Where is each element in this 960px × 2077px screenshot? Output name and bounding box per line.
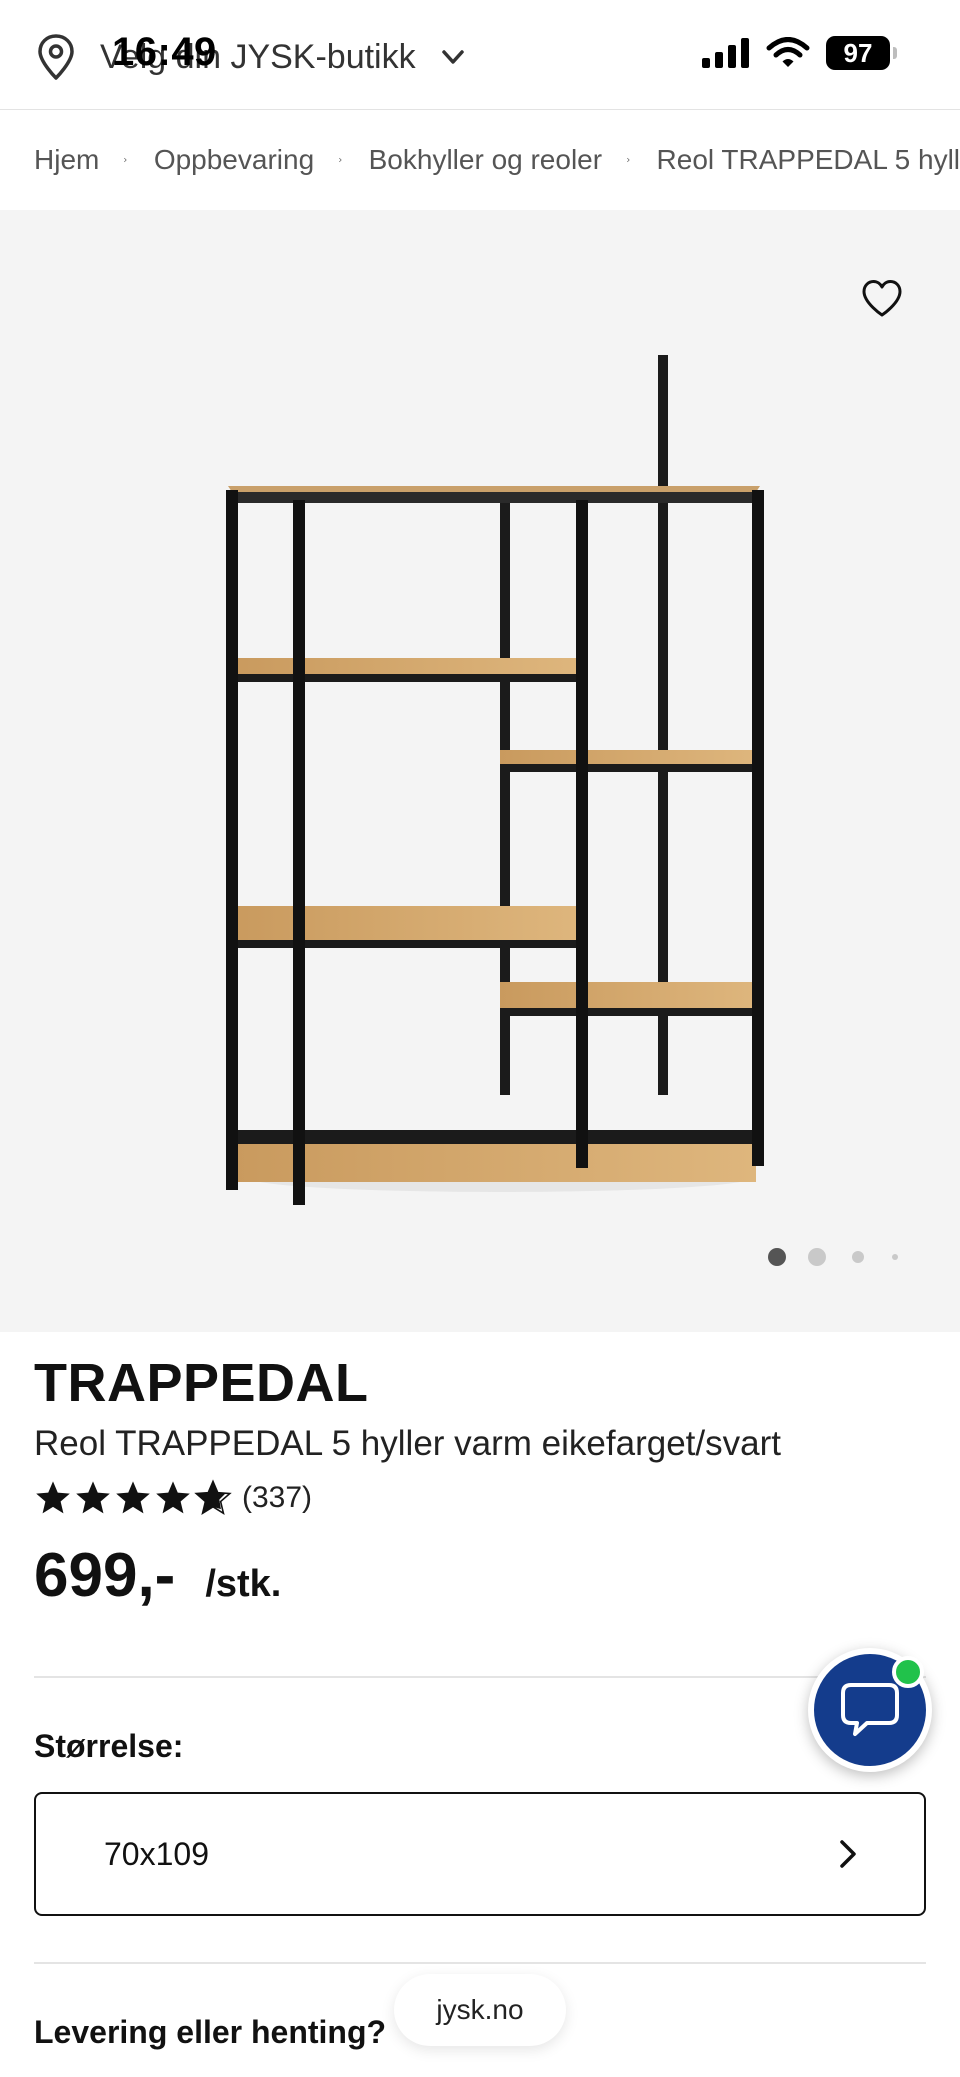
product-name: Reol TRAPPEDAL 5 hyller varm eikefarget/… bbox=[34, 1424, 781, 1463]
star-icon bbox=[156, 1481, 190, 1514]
browser-url-pill[interactable]: jysk.no bbox=[394, 1974, 566, 2046]
divider bbox=[34, 1962, 926, 1964]
top-bar: Velg din JYSK-butikk 16:49 97 bbox=[0, 0, 960, 110]
heart-icon[interactable] bbox=[860, 278, 904, 318]
breadcrumb-chevron-icon bbox=[124, 157, 127, 163]
star-icon bbox=[116, 1481, 150, 1514]
breadcrumb: Hjem Oppbevaring Bokhyller og reoler Reo… bbox=[0, 110, 960, 210]
chevron-down-icon bbox=[441, 50, 464, 64]
chevron-right-icon bbox=[840, 1840, 856, 1868]
status-icons: 97 bbox=[702, 36, 897, 70]
store-selector[interactable]: Velg din JYSK-butikk bbox=[36, 30, 468, 84]
product-info: TRAPPEDAL Reol TRAPPEDAL 5 hyller varm e… bbox=[34, 1332, 926, 1611]
delivery-label: Levering eller henting? bbox=[34, 2014, 387, 2050]
chat-icon bbox=[841, 1683, 899, 1736]
review-count[interactable]: (337) bbox=[242, 1481, 312, 1515]
breadcrumb-bokhyller[interactable]: Bokhyller og reoler bbox=[369, 144, 602, 176]
half-star-icon bbox=[194, 1479, 232, 1516]
gallery-dot-1[interactable] bbox=[768, 1248, 786, 1266]
product-rating[interactable]: (337) bbox=[34, 1478, 926, 1518]
gallery-dots bbox=[768, 1248, 898, 1266]
breadcrumb-chevron-icon bbox=[627, 157, 630, 163]
size-value: 70x109 bbox=[104, 1835, 209, 1872]
price-unit: /stk. bbox=[205, 1563, 282, 1605]
product-gallery[interactable] bbox=[0, 210, 960, 1332]
rating-stars bbox=[34, 1479, 232, 1517]
breadcrumb-home[interactable]: Hjem bbox=[34, 144, 99, 176]
gallery-dot-3[interactable] bbox=[852, 1251, 864, 1263]
location-pin-icon bbox=[38, 34, 74, 80]
online-indicator bbox=[892, 1656, 924, 1688]
divider bbox=[34, 1676, 926, 1678]
battery-icon: 97 bbox=[826, 36, 897, 70]
breadcrumb-current: Reol TRAPPEDAL 5 hyll bbox=[656, 144, 960, 175]
product-price: 699,- bbox=[34, 1541, 176, 1610]
gallery-dot-4[interactable] bbox=[892, 1254, 898, 1260]
star-icon bbox=[76, 1481, 110, 1514]
breadcrumb-chevron-icon bbox=[339, 157, 342, 163]
chat-button[interactable] bbox=[808, 1648, 932, 1772]
breadcrumb-oppbevaring[interactable]: Oppbevaring bbox=[154, 144, 314, 176]
wifi-icon bbox=[766, 37, 810, 67]
product-image bbox=[226, 355, 764, 1205]
price-row: 699,- /stk. bbox=[34, 1540, 926, 1611]
star-icon bbox=[36, 1481, 70, 1514]
signal-icon bbox=[702, 38, 749, 68]
battery-level: 97 bbox=[843, 37, 873, 68]
size-selector[interactable]: 70x109 bbox=[34, 1792, 926, 1916]
status-time: 16:49 bbox=[112, 30, 217, 74]
product-brand: TRAPPEDAL bbox=[34, 1353, 369, 1413]
gallery-dot-2[interactable] bbox=[808, 1248, 826, 1266]
size-label: Størrelse: bbox=[34, 1728, 184, 1764]
